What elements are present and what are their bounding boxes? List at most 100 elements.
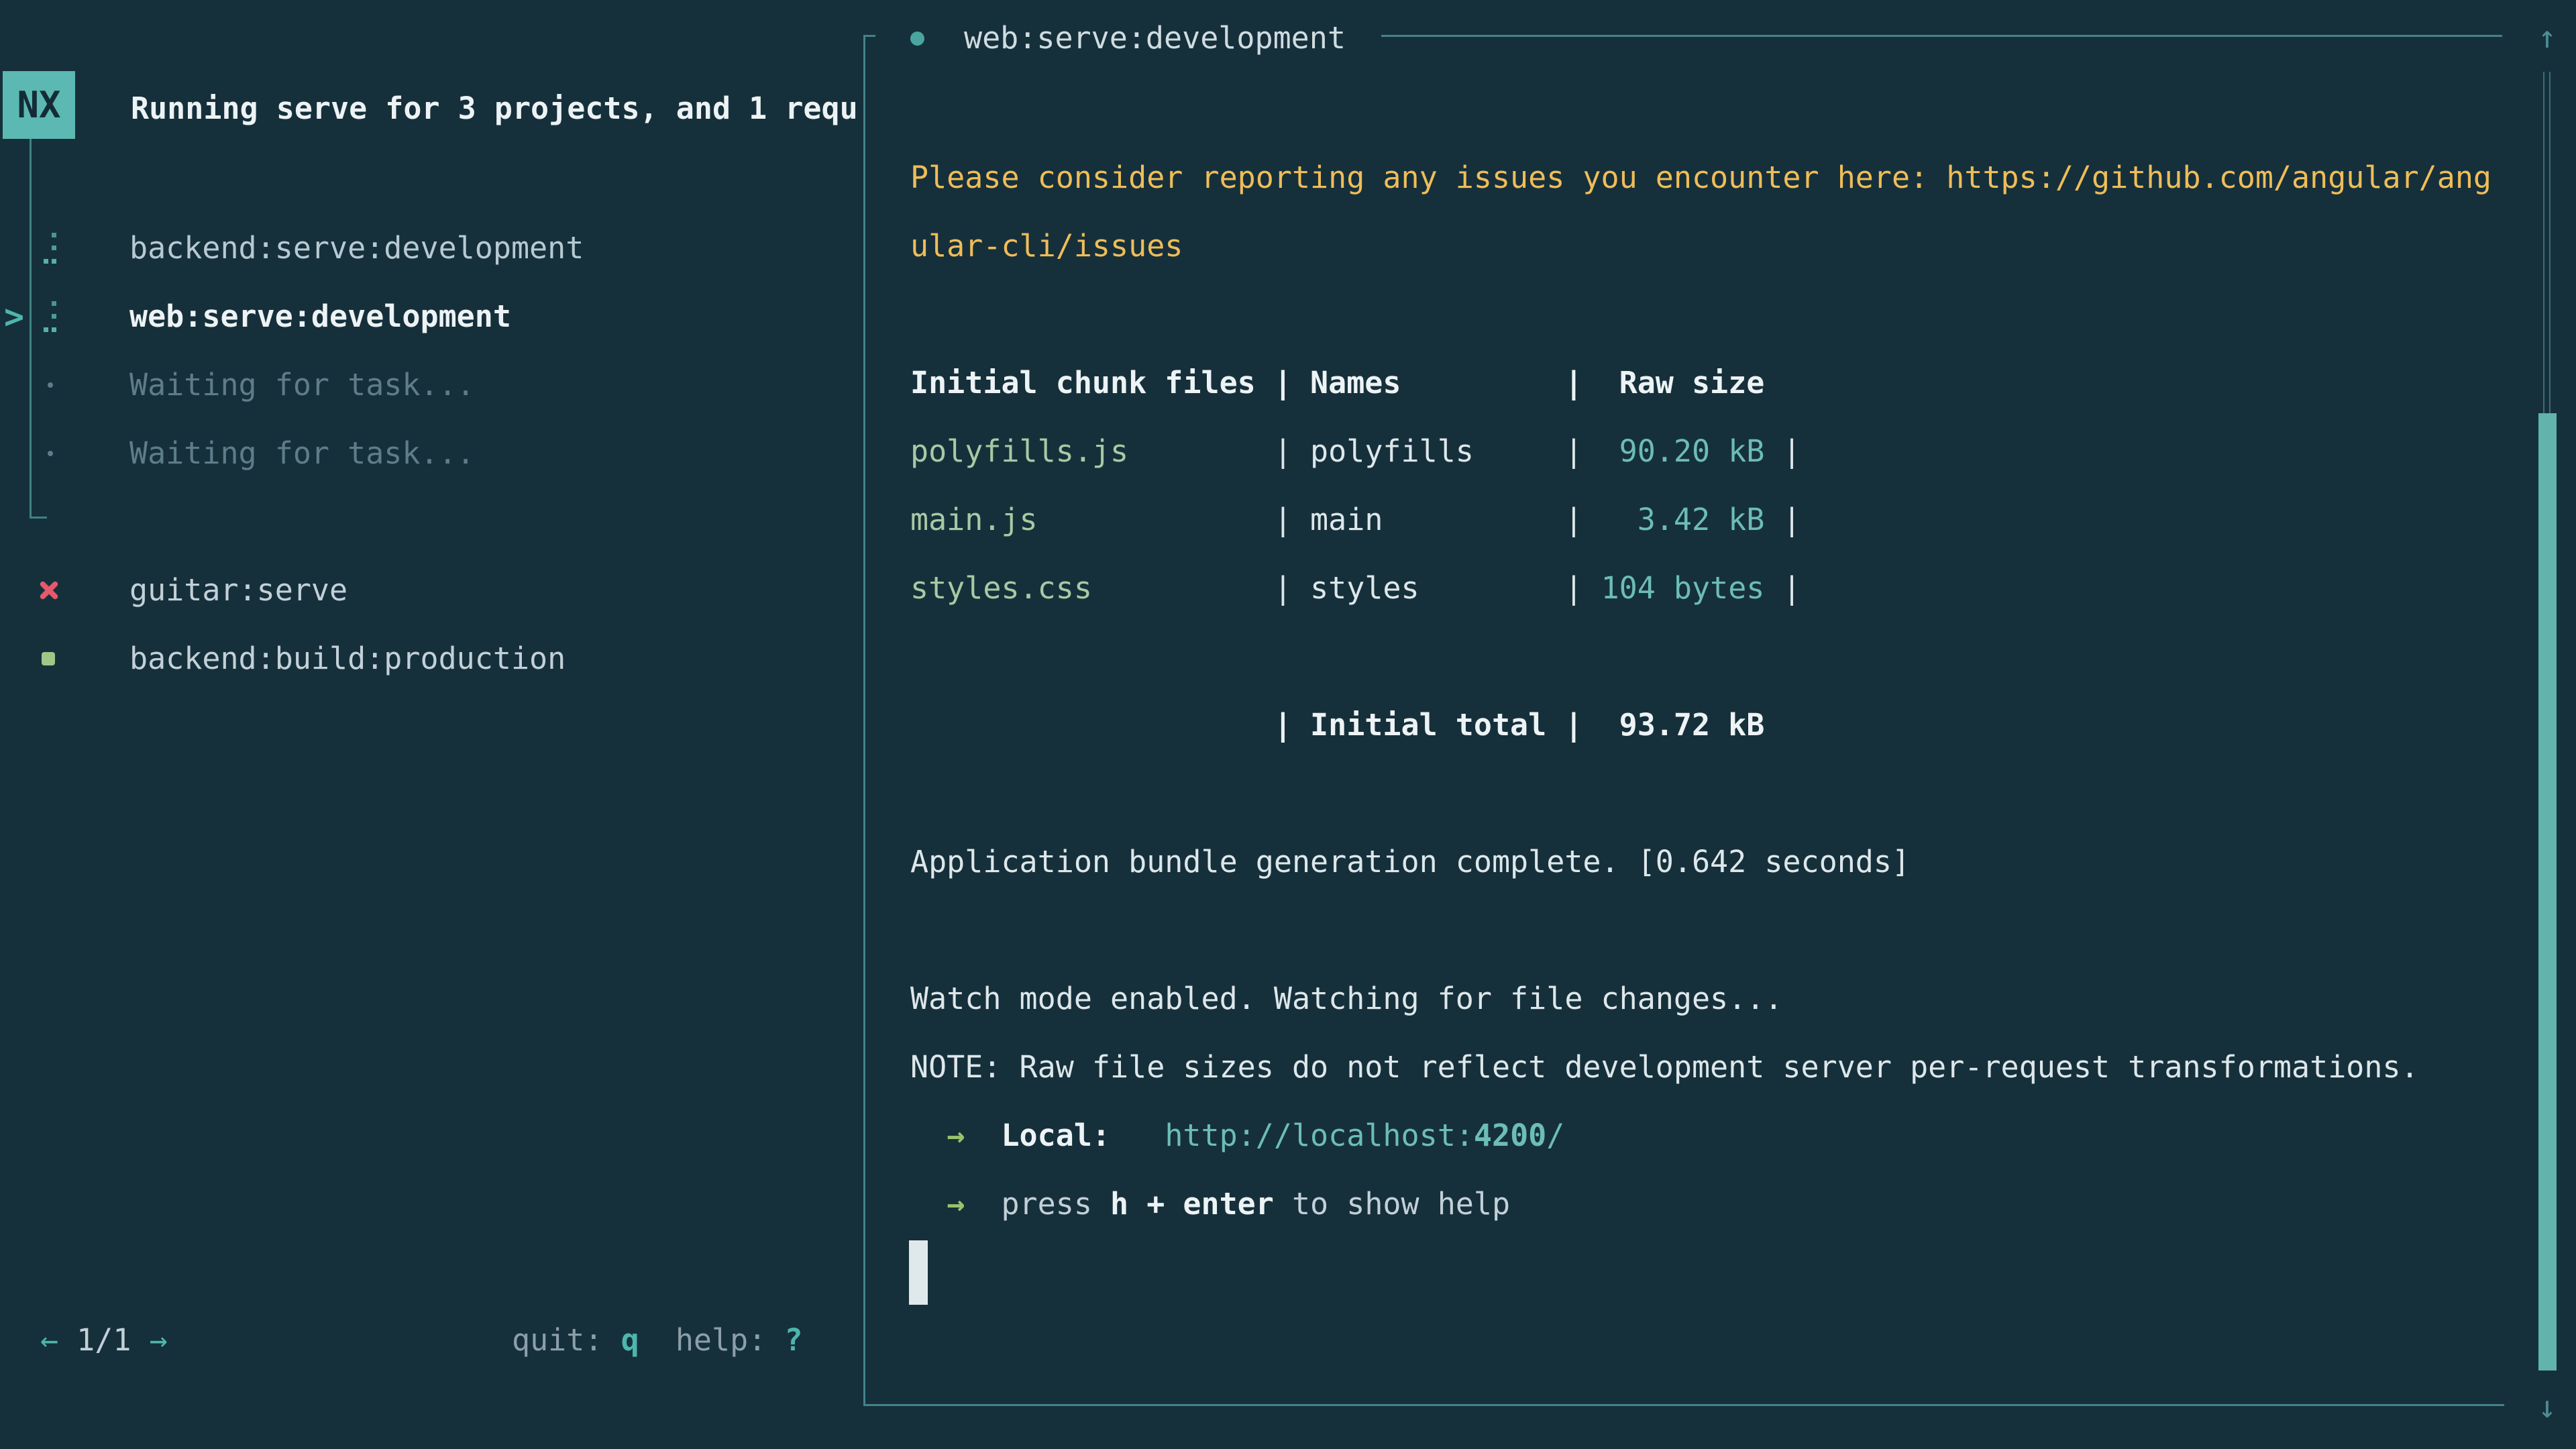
output-segment xyxy=(1582,433,1619,469)
output-segment-file: polyfills.js xyxy=(910,433,1128,469)
nx-logo: NX xyxy=(3,71,75,139)
output-segment xyxy=(1038,502,1274,537)
output-line: Please consider reporting any issues you… xyxy=(910,144,2491,212)
task-label: backend:serve:development xyxy=(129,214,584,282)
output-segment: polyfills xyxy=(1310,433,1474,469)
scroll-down-icon[interactable]: ↓ xyxy=(2532,1373,2562,1441)
panel-border-top xyxy=(1381,35,2502,37)
output-segment-hdr: Initial chunk files | Names | Raw size xyxy=(910,365,1764,400)
output-segment: | xyxy=(1564,433,1582,469)
output-segment: NOTE: Raw file sizes do not reflect deve… xyxy=(910,1049,2419,1085)
output-segment-gray: press xyxy=(1001,1186,1110,1222)
help-key: ? xyxy=(784,1322,802,1358)
waiting-dot-icon xyxy=(48,382,53,388)
output-segment-size: / xyxy=(1546,1118,1564,1153)
output-segment: | xyxy=(1783,570,1801,606)
terminal-cursor xyxy=(909,1240,928,1305)
task-row-web-serve-development[interactable]: > web:serve:development xyxy=(0,282,859,351)
output-segment: styles xyxy=(1310,570,1419,606)
output-segment-size: 104 bytes xyxy=(1601,570,1765,606)
output-line: main.js | main | 3.42 kB | xyxy=(910,486,1801,554)
panel-title: web:serve:development xyxy=(964,4,1346,72)
output-line: ular-cli/issues xyxy=(910,212,1183,280)
selected-task-arrow-icon: > xyxy=(4,282,24,351)
output-segment-green: → xyxy=(947,1186,965,1222)
task-label: Waiting for task... xyxy=(129,351,475,419)
nx-tui-screen: NX Running serve for 3 projects, and 1 r… xyxy=(0,0,2576,1449)
output-segment-orange: ular-cli/issues xyxy=(910,228,1183,264)
output-line: Application bundle generation complete. … xyxy=(910,828,1910,896)
output-segment: | xyxy=(1564,570,1582,606)
running-spinner-icon xyxy=(44,301,57,332)
output-segment xyxy=(965,1186,1001,1222)
output-segment-boldwhite: h + enter xyxy=(1110,1186,1274,1222)
output-segment-size: 3.42 kB xyxy=(1638,502,1765,537)
output-segment-hdr: | Initial total | 93.72 kB xyxy=(910,707,1764,743)
output-segment xyxy=(910,1186,947,1222)
output-segment-size: http://localhost: xyxy=(1165,1118,1474,1153)
output-segment-gray: to show help xyxy=(1274,1186,1510,1222)
output-segment-sizeb: 4200 xyxy=(1474,1118,1546,1153)
scroll-up-icon[interactable]: ↑ xyxy=(2532,3,2562,71)
task-label: Waiting for task... xyxy=(129,419,475,488)
quit-key: q xyxy=(621,1322,639,1358)
output-segment-orange: Please consider reporting any issues you… xyxy=(910,160,2491,195)
output-segment: | xyxy=(1274,502,1310,537)
panel-border-stub xyxy=(863,35,875,37)
pagination: ← 1/1 → xyxy=(40,1306,168,1375)
page-indicator: 1/1 xyxy=(58,1322,149,1358)
output-line: NOTE: Raw file sizes do not reflect deve… xyxy=(910,1033,2419,1102)
output-segment: | xyxy=(1782,502,1801,537)
output-segment: | xyxy=(1274,570,1310,606)
task-label: guitar:serve xyxy=(129,556,347,625)
task-row-guitar-serve[interactable]: guitar:serve xyxy=(0,556,859,625)
scrollbar-thumb[interactable] xyxy=(2538,413,2557,1371)
failed-cross-icon xyxy=(38,579,60,602)
output-segment xyxy=(1764,433,1782,469)
output-segment: main xyxy=(1310,502,1383,537)
success-square-icon xyxy=(42,652,55,665)
page-prev-arrow[interactable]: ← xyxy=(40,1322,58,1358)
output-segment xyxy=(1764,502,1782,537)
output-segment xyxy=(1110,1118,1165,1153)
task-label: backend:build:production xyxy=(129,625,566,693)
output-segment xyxy=(965,1118,1001,1153)
task-row-waiting-for-task-[interactable]: Waiting for task... xyxy=(0,351,859,419)
running-spinner-icon xyxy=(44,233,57,264)
output-segment xyxy=(1092,570,1274,606)
page-next-arrow[interactable]: → xyxy=(150,1322,168,1358)
help-label: help: xyxy=(639,1322,785,1358)
output-segment-size: 90.20 kB xyxy=(1619,433,1765,469)
output-segment xyxy=(1128,433,1274,469)
output-segment xyxy=(1582,502,1637,537)
output-segment: Application bundle generation complete. … xyxy=(910,844,1910,879)
output-segment xyxy=(1764,570,1782,606)
output-segment-file: main.js xyxy=(910,502,1038,537)
output-segment-boldwhite: Local: xyxy=(1001,1118,1110,1153)
status-dot-icon xyxy=(910,32,924,46)
page-title: Running serve for 3 projects, and 1 requ xyxy=(131,74,862,143)
quit-label: quit: xyxy=(512,1322,621,1358)
task-label: web:serve:development xyxy=(129,282,511,351)
shortcut-hints: quit: q help: ? xyxy=(512,1306,803,1375)
output-line: → press h + enter to show help xyxy=(910,1170,1510,1238)
output-segment xyxy=(1582,570,1601,606)
output-line: | Initial total | 93.72 kB xyxy=(910,691,1764,759)
task-row-backend-serve-development[interactable]: backend:serve:development xyxy=(0,214,859,282)
output-segment-green: → xyxy=(947,1118,965,1153)
task-row-waiting-for-task-[interactable]: Waiting for task... xyxy=(0,419,859,488)
output-segment: | xyxy=(1782,433,1801,469)
task-row-backend-build-production[interactable]: backend:build:production xyxy=(0,625,859,693)
output-line: Watch mode enabled. Watching for file ch… xyxy=(910,965,1782,1033)
output-line: polyfills.js | polyfills | 90.20 kB | xyxy=(910,417,1801,486)
output-segment: | xyxy=(1274,433,1310,469)
output-segment xyxy=(1474,433,1564,469)
waiting-dot-icon xyxy=(48,451,53,456)
output-segment-file: styles.css xyxy=(910,570,1092,606)
output-segment xyxy=(1383,502,1564,537)
output-segment: | xyxy=(1564,502,1582,537)
output-segment: Watch mode enabled. Watching for file ch… xyxy=(910,981,1782,1016)
output-segment xyxy=(1419,570,1565,606)
output-line: → Local: http://localhost:4200/ xyxy=(910,1102,1564,1170)
output-segment xyxy=(910,1118,947,1153)
